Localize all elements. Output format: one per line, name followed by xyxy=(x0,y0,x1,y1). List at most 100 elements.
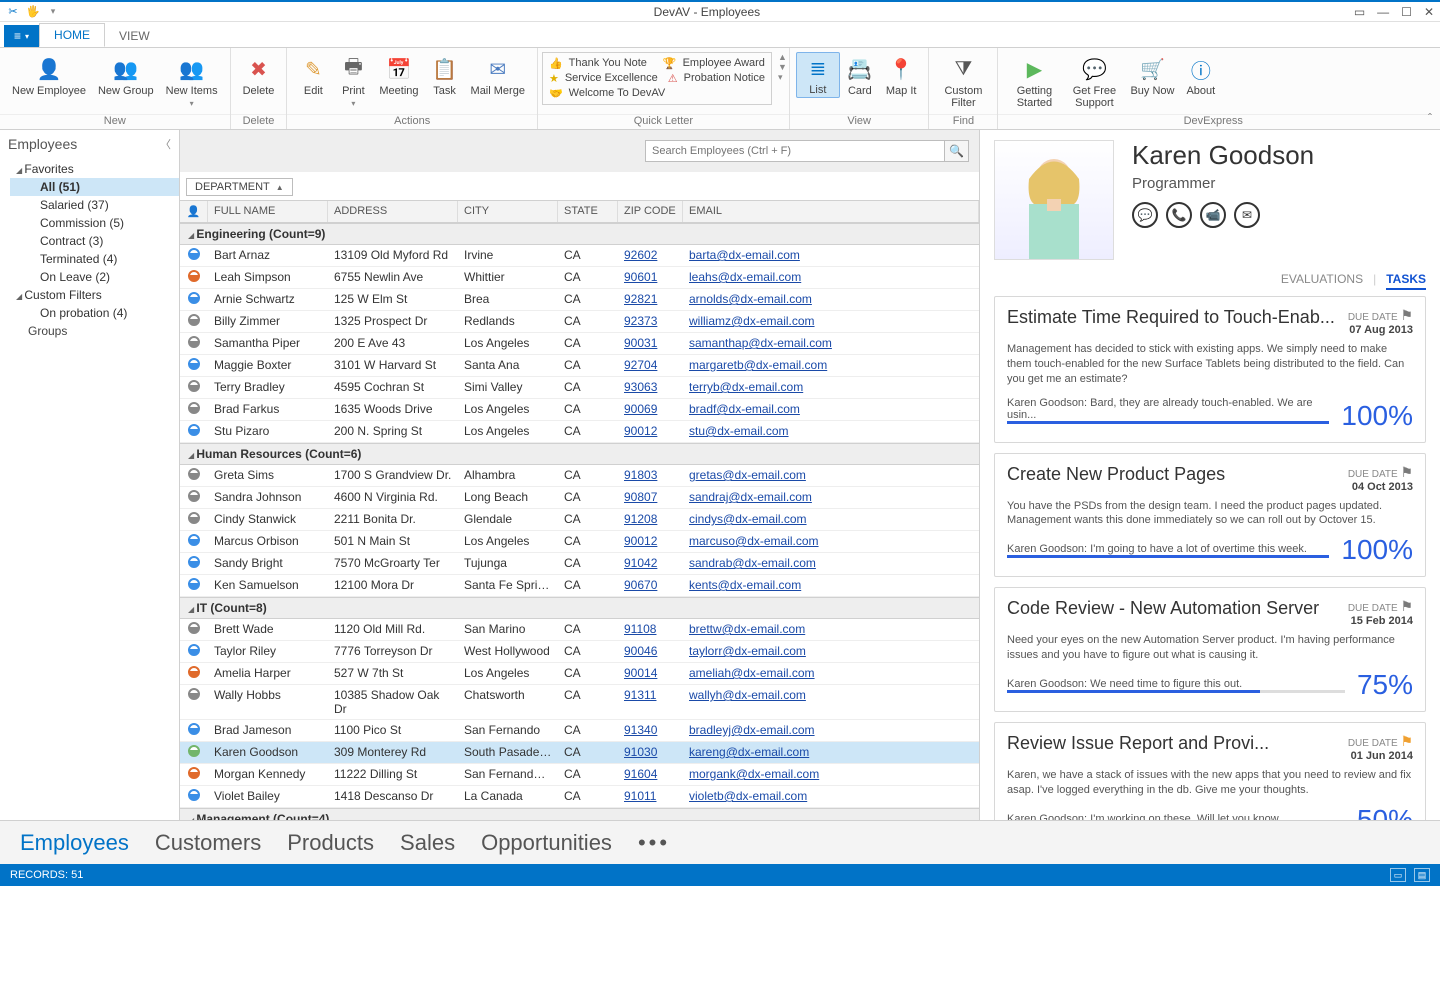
quick-letter-gallery[interactable]: 👍Thank You Note🏆Employee Award ★Service … xyxy=(542,52,772,105)
header-email[interactable]: EMAIL xyxy=(683,201,979,222)
cell-email[interactable]: morgank@dx-email.com xyxy=(683,764,979,785)
nav-opportunities[interactable]: Opportunities xyxy=(481,830,612,856)
cell-zip[interactable]: 91604 xyxy=(618,764,683,785)
cell-email[interactable]: kents@dx-email.com xyxy=(683,575,979,596)
gallery-more-icon[interactable]: ▾ xyxy=(778,72,787,83)
sidebar-collapse-icon[interactable]: 〈 xyxy=(160,136,171,152)
about-button[interactable]: ⓘAbout xyxy=(1180,52,1221,100)
nav-sales[interactable]: Sales xyxy=(400,830,455,856)
cell-email[interactable]: violetb@dx-email.com xyxy=(683,786,979,807)
header-person-icon[interactable]: 👤 xyxy=(180,201,208,222)
header-fullname[interactable]: FULL NAME xyxy=(208,201,328,222)
cell-zip[interactable]: 91042 xyxy=(618,553,683,574)
tab-tasks[interactable]: TASKS xyxy=(1386,272,1426,290)
task-card[interactable]: Create New Product PagesDUE DATE ⚑04 Oct… xyxy=(994,453,1426,578)
table-row[interactable]: Amelia Harper527 W 7th StLos AngelesCA90… xyxy=(180,663,979,685)
task-card[interactable]: Code Review - New Automation ServerDUE D… xyxy=(994,587,1426,712)
minimize-icon[interactable]: — xyxy=(1377,5,1389,19)
tree-onleave[interactable]: On Leave (2) xyxy=(10,268,179,286)
cell-email[interactable]: sandrab@dx-email.com xyxy=(683,553,979,574)
tree-onprobation[interactable]: On probation (4) xyxy=(10,304,179,322)
cell-zip[interactable]: 90069 xyxy=(618,399,683,420)
video-button[interactable]: 📹 xyxy=(1200,202,1226,228)
cell-email[interactable]: stu@dx-email.com xyxy=(683,421,979,442)
cell-zip[interactable]: 91340 xyxy=(618,720,683,741)
cell-zip[interactable]: 90046 xyxy=(618,641,683,662)
tab-evaluations[interactable]: EVALUATIONS xyxy=(1281,272,1363,290)
table-row[interactable]: Greta Sims1700 S Grandview Dr.AlhambraCA… xyxy=(180,465,979,487)
cell-zip[interactable]: 90014 xyxy=(618,663,683,684)
nav-employees[interactable]: Employees xyxy=(20,830,129,856)
cell-email[interactable]: sandraj@dx-email.com xyxy=(683,487,979,508)
view-card-button[interactable]: 📇Card xyxy=(840,52,880,100)
delete-button[interactable]: ✖Delete xyxy=(237,52,281,100)
getting-started-button[interactable]: ▶Getting Started xyxy=(1004,52,1064,112)
table-row[interactable]: Brett Wade1120 Old Mill Rd.San MarinoCA9… xyxy=(180,619,979,641)
table-row[interactable]: Karen Goodson309 Monterey RdSouth Pasade… xyxy=(180,742,979,764)
cell-zip[interactable]: 90670 xyxy=(618,575,683,596)
cell-email[interactable]: arnolds@dx-email.com xyxy=(683,289,979,310)
tab-home[interactable]: HOME xyxy=(39,23,105,47)
table-row[interactable]: Brad Farkus1635 Woods DriveLos AngelesCA… xyxy=(180,399,979,421)
cell-zip[interactable]: 91011 xyxy=(618,786,683,807)
call-button[interactable]: 📞 xyxy=(1166,202,1192,228)
table-row[interactable]: Brad Jameson1100 Pico StSan FernandoCA91… xyxy=(180,720,979,742)
cell-email[interactable]: kareng@dx-email.com xyxy=(683,742,979,763)
meeting-button[interactable]: 📅Meeting xyxy=(373,52,424,100)
header-state[interactable]: STATE xyxy=(558,201,618,222)
group-header[interactable]: IT (Count=8) xyxy=(180,597,979,619)
quick-print-icon[interactable]: 🖐 xyxy=(26,5,40,19)
table-row[interactable]: Billy Zimmer1325 Prospect DrRedlandsCA92… xyxy=(180,311,979,333)
collapse-ribbon-icon[interactable]: ˆ xyxy=(1428,111,1440,129)
header-city[interactable]: CITY xyxy=(458,201,558,222)
cell-email[interactable]: brettw@dx-email.com xyxy=(683,619,979,640)
tree-groups[interactable]: Groups xyxy=(10,322,179,340)
cell-email[interactable]: wallyh@dx-email.com xyxy=(683,685,979,719)
cell-email[interactable]: gretas@dx-email.com xyxy=(683,465,979,486)
table-row[interactable]: Ken Samuelson12100 Mora DrSanta Fe Sprin… xyxy=(180,575,979,597)
table-row[interactable]: Stu Pizaro200 N. Spring StLos AngelesCA9… xyxy=(180,421,979,443)
tree-all[interactable]: All (51) xyxy=(10,178,179,196)
cell-email[interactable]: samanthap@dx-email.com xyxy=(683,333,979,354)
cell-email[interactable]: barta@dx-email.com xyxy=(683,245,979,266)
support-button[interactable]: 💬Get Free Support xyxy=(1064,52,1124,112)
cell-zip[interactable]: 92821 xyxy=(618,289,683,310)
cell-zip[interactable]: 90012 xyxy=(618,421,683,442)
cell-email[interactable]: marcuso@dx-email.com xyxy=(683,531,979,552)
tree-contract[interactable]: Contract (3) xyxy=(10,232,179,250)
close-icon[interactable]: ✕ xyxy=(1424,5,1434,19)
task-card[interactable]: Estimate Time Required to Touch-Enab...D… xyxy=(994,296,1426,443)
file-tab[interactable]: ≡ ▾ xyxy=(4,25,39,47)
quick-dropdown-icon[interactable]: ▾ xyxy=(46,5,60,19)
tree-terminated[interactable]: Terminated (4) xyxy=(10,250,179,268)
cell-email[interactable]: bradf@dx-email.com xyxy=(683,399,979,420)
task-card[interactable]: Review Issue Report and Provi...DUE DATE… xyxy=(994,722,1426,820)
view-mode-1-icon[interactable]: ▭ xyxy=(1390,868,1406,882)
cell-email[interactable]: ameliah@dx-email.com xyxy=(683,663,979,684)
gallery-down-icon[interactable]: ▼ xyxy=(778,62,787,72)
cell-email[interactable]: taylorr@dx-email.com xyxy=(683,641,979,662)
edit-button[interactable]: ✎Edit xyxy=(293,52,333,100)
gallery-up-icon[interactable]: ▲ xyxy=(778,52,787,62)
table-row[interactable]: Samantha Piper200 E Ave 43Los AngelesCA9… xyxy=(180,333,979,355)
maximize-icon[interactable]: ☐ xyxy=(1401,5,1412,19)
tree-commission[interactable]: Commission (5) xyxy=(10,214,179,232)
table-row[interactable]: Terry Bradley4595 Cochran StSimi ValleyC… xyxy=(180,377,979,399)
cell-email[interactable]: margaretb@dx-email.com xyxy=(683,355,979,376)
tab-view[interactable]: VIEW xyxy=(105,25,164,47)
cell-zip[interactable]: 91803 xyxy=(618,465,683,486)
header-zip[interactable]: ZIP CODE xyxy=(618,201,683,222)
cell-zip[interactable]: 91311 xyxy=(618,685,683,719)
table-row[interactable]: Leah Simpson6755 Newlin AveWhittierCA906… xyxy=(180,267,979,289)
chat-button[interactable]: 💬 xyxy=(1132,202,1158,228)
search-input[interactable] xyxy=(645,140,945,162)
cell-zip[interactable]: 92704 xyxy=(618,355,683,376)
ribbon-options-icon[interactable]: ▭ xyxy=(1354,5,1365,19)
table-row[interactable]: Sandra Johnson4600 N Virginia Rd.Long Be… xyxy=(180,487,979,509)
new-items-button[interactable]: 👥New Items▾ xyxy=(160,52,224,111)
view-mode-2-icon[interactable]: ▤ xyxy=(1414,868,1430,882)
table-row[interactable]: Morgan Kennedy11222 Dilling StSan Fernan… xyxy=(180,764,979,786)
nav-products[interactable]: Products xyxy=(287,830,374,856)
table-row[interactable]: Arnie Schwartz125 W Elm StBreaCA92821arn… xyxy=(180,289,979,311)
grid-body[interactable]: Engineering (Count=9)Bart Arnaz13109 Old… xyxy=(180,223,979,820)
